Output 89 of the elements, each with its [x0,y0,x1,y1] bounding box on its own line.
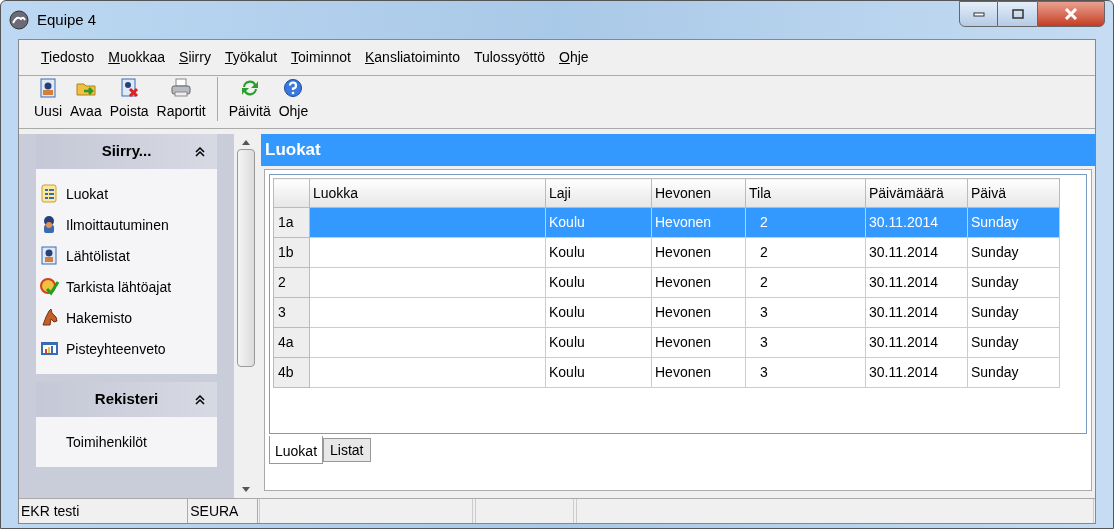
clock-check-icon [40,277,60,297]
scroll-down-icon[interactable] [242,487,250,492]
maximize-icon [1011,9,1024,19]
tab[interactable]: Luokat [269,436,324,464]
toolbar-button[interactable]: Päivitä [225,78,274,122]
table-cell: 3 [745,357,866,388]
window-title: Equipe 4 [37,9,97,30]
table-cell: 3 [745,297,866,328]
table-cell: 30.11.2014 [865,267,968,298]
table-cell: 30.11.2014 [865,237,968,268]
table-cell: 30.11.2014 [865,207,968,238]
table-cell: 30.11.2014 [865,327,968,358]
table-cell: Sunday [967,267,1060,298]
table-cell: 30.11.2014 [865,357,968,388]
column-header[interactable]: Laji [545,178,652,208]
group-header[interactable]: Rekisteri [36,382,217,417]
table-cell: Koulu [545,357,652,388]
corner-header [273,178,310,208]
table-cell: Koulu [545,297,652,328]
horse-head-icon [40,308,60,328]
table-cell: 2 [745,237,866,268]
row-header[interactable]: 4b [273,357,310,388]
toolbar-button[interactable]: Poista [106,78,152,122]
tab[interactable]: Listat [323,438,371,462]
nav-item[interactable]: Hakemisto [40,305,213,331]
table-cell: Sunday [967,237,1060,268]
menu-item[interactable]: Siirry [173,45,217,70]
column-header[interactable]: Luokka [309,178,546,208]
column-header[interactable]: Päivä [967,178,1060,208]
table-cell: Hevonen [651,297,746,328]
clipboard-list-icon [40,184,60,204]
column-header[interactable]: Hevonen [651,178,746,208]
table-cell: 30.11.2014 [865,297,968,328]
toolbar-button[interactable]: Raportit [153,78,209,122]
minimize-icon [972,11,985,17]
help-icon [283,78,304,98]
menu-item[interactable]: Tulossyöttö [467,45,551,70]
scroll-up-icon[interactable] [242,140,250,145]
document-delete-icon [119,78,140,98]
nav-item[interactable]: Luokat [40,181,213,207]
table-cell: Koulu [545,327,652,358]
table-cell: Sunday [967,357,1060,388]
toolbar-button[interactable]: Avaa [67,78,105,122]
document-person-icon [38,78,58,98]
group-header[interactable]: Siirry... [36,134,217,169]
row-header[interactable]: 1a [273,207,310,238]
panel-header: Luokat [261,134,1095,166]
menu-item[interactable]: Työkalut [218,45,284,70]
nav-item[interactable]: Ilmoittautuminen [40,212,213,238]
menu-item[interactable]: Toiminnot [285,45,357,70]
menu-item[interactable]: Muokkaa [102,45,172,70]
table-cell: Hevonen [651,327,746,358]
row-header[interactable]: 2 [273,267,310,298]
table-cell: Hevonen [651,207,746,238]
row-header[interactable]: 1b [273,237,310,268]
close-button[interactable] [1037,1,1105,27]
maximize-button[interactable] [998,1,1037,27]
close-icon [1064,8,1078,20]
table-cell: Sunday [967,327,1060,358]
table-cell: Hevonen [651,237,746,268]
table-cell: 3 [745,327,866,358]
status-pane: SEURA [188,499,258,523]
nav-item[interactable]: Lähtölistat [40,243,213,269]
status-pane: EKR testi [19,499,189,523]
menu-item[interactable]: Kansliatoiminto [359,45,466,70]
nav-item[interactable]: Tarkista lähtöajat [40,274,213,300]
toolbar-button[interactable]: Ohje [275,78,312,122]
row-header[interactable]: 4a [273,327,310,358]
table-cell: Koulu [545,207,652,238]
printer-icon [171,78,192,98]
table-cell: Sunday [967,297,1060,328]
column-header[interactable]: Päivämäärä [865,178,968,208]
app-logo-icon [9,10,29,30]
table-cell: Hevonen [651,267,746,298]
menu-item[interactable]: Tiedosto [35,45,101,70]
row-header[interactable]: 3 [273,297,310,328]
menu-item[interactable]: Ohje [553,45,595,70]
document-person-icon [40,246,60,266]
table-cell: 2 [745,267,866,298]
table-cell: Hevonen [651,357,746,388]
column-header[interactable]: Tila [745,178,866,208]
toolbar-button[interactable]: Uusi [31,78,65,122]
minimize-button[interactable] [959,1,998,27]
nav-item[interactable]: Pisteyhteenveto [40,336,213,362]
refresh-icon [239,78,260,98]
table-cell: Koulu [545,237,652,268]
table-cell: 2 [745,207,866,238]
table-cell: Sunday [967,207,1060,238]
table-cell: Koulu [545,267,652,298]
